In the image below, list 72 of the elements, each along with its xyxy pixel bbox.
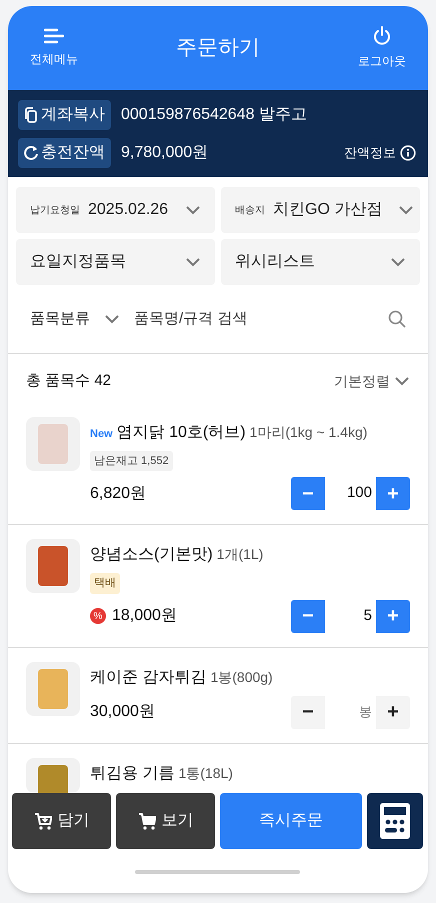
calculator-button[interactable] xyxy=(367,793,423,849)
order-now-button[interactable]: 즉시주문 xyxy=(220,793,362,849)
page-title: 주문하기 xyxy=(176,35,260,62)
product-name: 양념소스(기본맛) xyxy=(90,545,213,565)
refresh-balance-button[interactable]: 충전잔액 xyxy=(18,138,111,168)
product-tag: 남은재고 1,552 xyxy=(90,450,173,471)
calculator-icon xyxy=(380,803,410,839)
chevron-down-icon xyxy=(398,205,414,215)
menu-button[interactable]: 전체메뉴 xyxy=(26,28,82,68)
chevron-down-icon xyxy=(104,314,120,324)
filter-label: 납기요청일 xyxy=(30,204,80,218)
filter-dropdown[interactable]: 납기요청일 2025.02.26 xyxy=(16,187,215,233)
product-price: 6,820원 xyxy=(90,484,146,504)
view-cart-button[interactable]: 보기 xyxy=(116,793,215,849)
category-dropdown[interactable]: 품목분류 xyxy=(30,308,120,330)
power-icon xyxy=(372,26,392,46)
filter-dropdown[interactable]: 위시리스트 xyxy=(221,239,420,285)
decrease-button[interactable]: − xyxy=(291,600,325,632)
filter-value: 2025.02.26 xyxy=(88,200,168,220)
refresh-icon xyxy=(24,145,38,160)
account-number: 000159876542648 발주고 xyxy=(121,104,307,124)
discount-badge: % xyxy=(90,608,106,624)
chevron-down-icon xyxy=(185,205,201,215)
increase-button[interactable]: + xyxy=(376,696,410,728)
chevron-down-icon xyxy=(394,376,410,386)
filter-value: 요일지정품목 xyxy=(30,252,126,272)
item-count: 총 품목수 42 xyxy=(26,371,112,391)
product-row[interactable]: New 염지닭 10호(허브) 1마리(1kg ~ 1.4kg) 남은재고 1,552 6,820원 − 100 + xyxy=(8,402,428,525)
product-name: 튀김용 기름 xyxy=(90,764,174,784)
decrease-button[interactable]: − xyxy=(291,696,325,728)
filter-label: 배송지 xyxy=(235,204,265,218)
menu-icon xyxy=(44,28,64,44)
product-spec: 1개(1L) xyxy=(216,545,264,564)
increase-button[interactable]: + xyxy=(376,600,410,632)
filter-dropdown[interactable]: 요일지정품목 xyxy=(16,239,215,285)
balance-info-button[interactable]: 잔액정보 xyxy=(344,142,416,162)
product-row[interactable]: 케이준 감자튀김 1봉(800g) 30,000원 − 봉 + xyxy=(8,648,428,744)
filter-value: 치킨GO 가산점 xyxy=(273,200,382,220)
product-spec: 1봉(800g) xyxy=(210,668,273,687)
cart-download-icon xyxy=(34,812,52,830)
product-name: 염지닭 10호(허브) xyxy=(116,422,246,442)
search-icon[interactable] xyxy=(388,310,406,328)
quantity-field[interactable]: 봉 xyxy=(325,696,376,728)
sort-dropdown[interactable]: 기본정렬 xyxy=(334,370,410,392)
product-spec: 1통(18L) xyxy=(178,764,233,783)
logout-button[interactable]: 로그아웃 xyxy=(354,26,410,70)
product-spec: 1마리(1kg ~ 1.4kg) xyxy=(250,422,368,442)
product-price: 30,000원 xyxy=(90,702,155,722)
quantity-field[interactable]: 100 xyxy=(325,477,376,510)
info-icon xyxy=(400,144,416,160)
product-photo-placeholder xyxy=(26,539,80,593)
product-photo-placeholder xyxy=(26,662,80,716)
filter-dropdown[interactable]: 배송지 치킨GO 가산점 xyxy=(221,187,420,233)
chevron-down-icon xyxy=(390,257,406,267)
product-price: 18,000원 xyxy=(112,606,177,626)
search-field[interactable]: 품목명/규격 검색 xyxy=(134,308,388,330)
balance-amount: 9,780,000원 xyxy=(121,142,208,162)
copy-icon xyxy=(24,106,38,122)
chevron-down-icon xyxy=(185,257,201,267)
product-tag: 택배 xyxy=(90,573,120,594)
cart-icon xyxy=(138,812,156,830)
product-photo-placeholder xyxy=(26,416,80,470)
product-name: 케이준 감자튀김 xyxy=(90,668,206,688)
filter-value: 위시리스트 xyxy=(235,252,315,272)
decrease-button[interactable]: − xyxy=(291,477,325,510)
product-photo-placeholder xyxy=(26,758,80,793)
increase-button[interactable]: + xyxy=(376,477,410,510)
copy-account-button[interactable]: 계좌복사 xyxy=(18,100,111,130)
quantity-field[interactable]: 5 xyxy=(325,600,376,632)
add-to-cart-button[interactable]: 담기 xyxy=(12,793,111,849)
product-row[interactable]: 양념소스(기본맛) 1개(1L) 택배 % 18,000원 − 5 + xyxy=(8,525,428,648)
new-label: New xyxy=(90,426,113,442)
